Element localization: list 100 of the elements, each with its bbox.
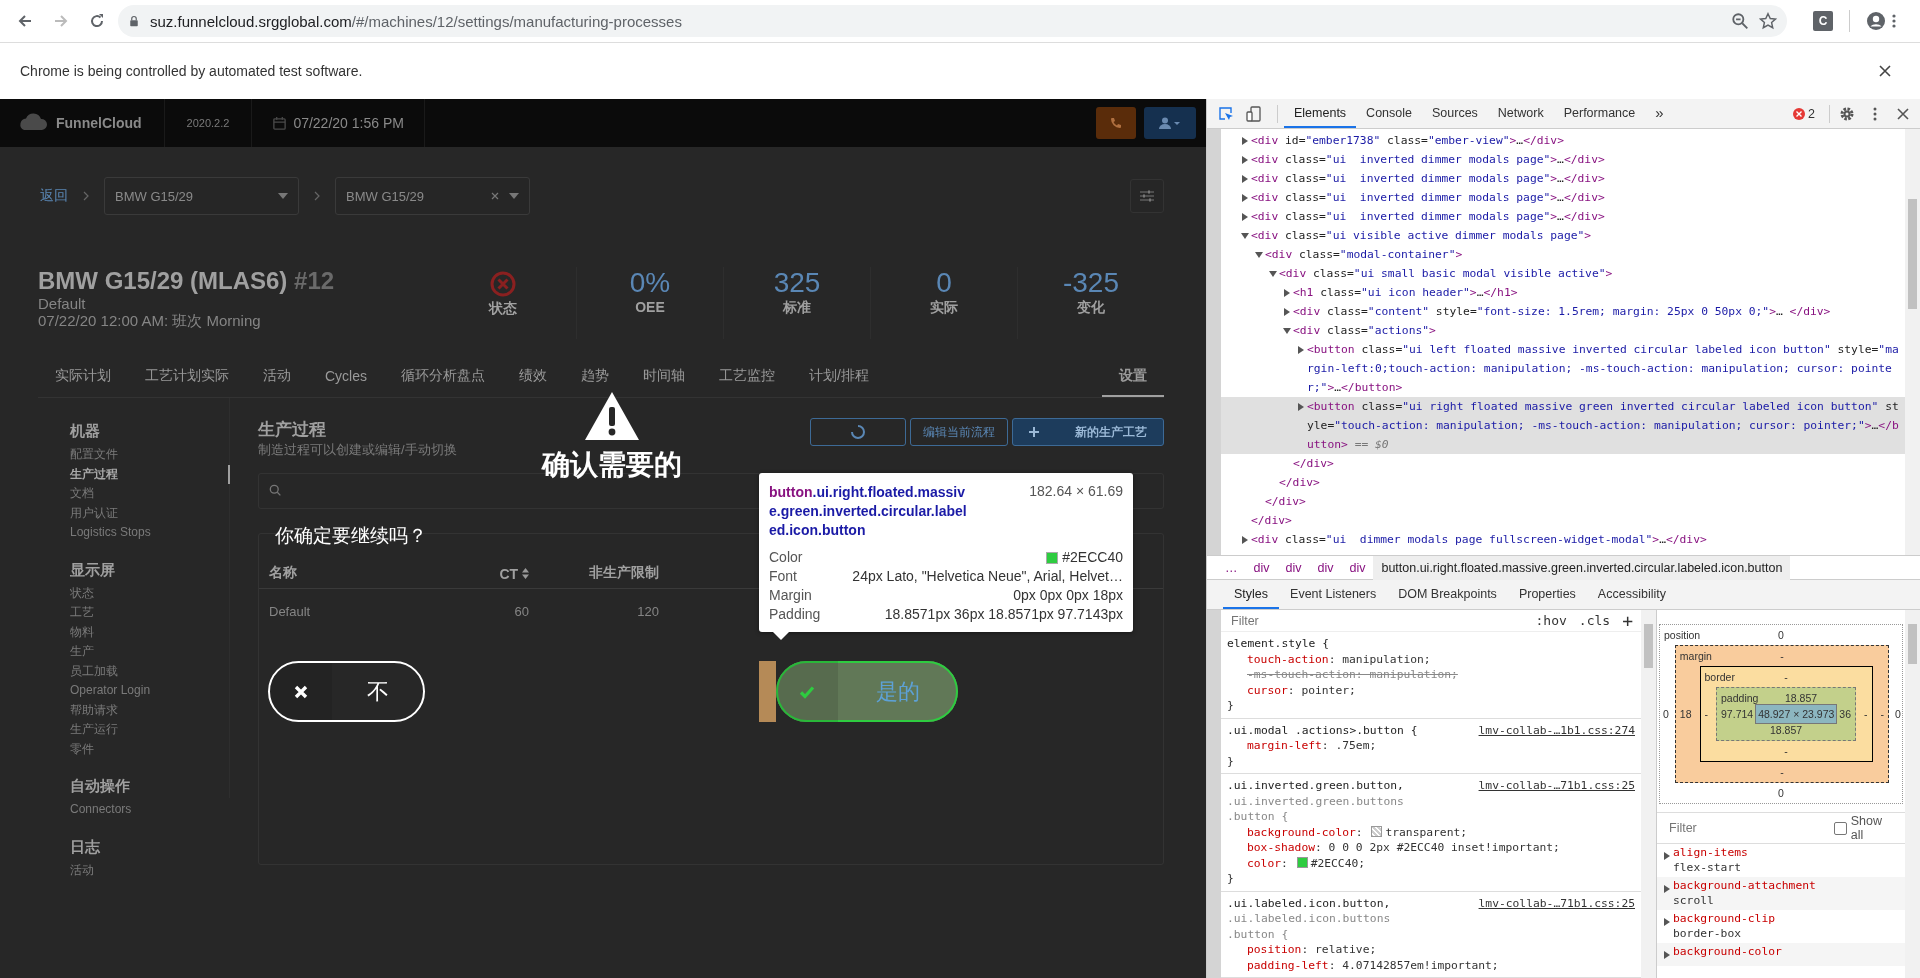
breadcrumb-item[interactable]: div [1245,555,1278,580]
nav-tab[interactable]: 时间轴 [626,357,702,397]
sidebar-item[interactable]: 配置文件 [70,445,229,465]
nav-tab[interactable]: Cycles [308,357,384,397]
edit-process-button[interactable]: 编辑当前流程 [910,418,1008,446]
box-label: border [1704,671,1735,683]
sidebar-item[interactable]: 生产 [70,642,229,662]
sidebar-item[interactable]: 文档 [70,484,229,504]
dom-node-row[interactable]: <div id="ember1738" class="ember-view">…</div> [1221,131,1905,150]
breadcrumb-item[interactable]: button.ui.right.floated.massive.green.inverted.circular.labeled.icon.button [1373,555,1791,580]
styles-tab[interactable]: DOM Breakpoints [1387,580,1508,609]
more-tabs-button[interactable]: » [1645,99,1674,128]
dom-node-row[interactable]: <div class="ui inverted dimmer modals page">…</div> [1221,150,1905,169]
sidebar-item[interactable]: Operator Login [70,681,229,701]
machine-dropdown[interactable]: BMW G15/29 [335,177,530,215]
sidebar-item[interactable]: 状态 [70,583,229,603]
sidebar-item[interactable]: 员工加载 [70,661,229,681]
hover-state-button[interactable]: :hov [1533,613,1569,628]
dom-node-row[interactable]: <div class="content" style="font-size: 1.5rem; margin: 25px 0 50px 0;">… </div> [1221,302,1905,321]
css-declaration[interactable]: -ms-touch-action: manipulation; [1227,667,1635,683]
sidebar-item[interactable]: 工艺 [70,603,229,623]
devtools-tab[interactable]: Sources [1422,99,1488,128]
dom-node-row[interactable]: <button class="ui left floated massive inverted circular labeled icon button" style="margin-left:0;touch-action: manipulation; -ms-touch-action: manipulation; cursor: pointer;">…</button> [1221,340,1905,397]
breadcrumb-item[interactable]: … [1217,555,1246,580]
stat-value: 325 [773,267,821,299]
nav-tab[interactable]: 工艺监控 [702,357,792,397]
nav-tab[interactable]: 设置 [1102,357,1164,397]
dom-node-row[interactable]: <div class="ui dimmer modals page fullscreen-widget-modal">…</div> [1221,530,1905,549]
new-process-button[interactable]: 新的生产工艺 [1012,418,1164,446]
dom-node-row[interactable]: <div class="modal-container"> [1221,245,1905,264]
styles-tab[interactable]: Event Listeners [1279,580,1388,609]
css-declaration[interactable]: position: relative; [1227,942,1635,958]
user-menu-button[interactable] [1144,107,1196,139]
nav-tab[interactable]: 实际计划 [38,357,128,397]
dom-node-row[interactable]: <div class="ui small basic modal visible active"> [1221,264,1905,283]
address-bar[interactable]: suz.funnelcloud.srgglobal.com/#/machines/12/settings/manufacturing-processes [118,5,1787,37]
breadcrumb-item[interactable]: div [1277,555,1310,580]
css-declaration[interactable]: margin-left: .75em; [1227,738,1635,754]
new-rule-button[interactable]: + [1620,610,1635,631]
column-header[interactable]: CT [469,566,529,582]
nav-tab[interactable]: 循环分析盘点 [384,357,502,397]
sidebar-item[interactable]: 用户认证 [70,503,229,523]
sidebar-item[interactable]: 帮助请求 [70,700,229,720]
dom-node-row[interactable]: <button class="ui right floated massive green inverted circular labeled icon button" style="touch-action: manipulation; -ms-touch-action: manipulation; cursor: pointer;">…</button> == $0 [1221,397,1905,454]
sidebar-section-title: 日志 [70,837,101,857]
dom-node-row[interactable]: <div class="actions"> [1221,321,1905,340]
nav-tab[interactable]: 趋势 [564,357,626,397]
clear-icon[interactable] [491,192,499,200]
styles-tab[interactable]: Accessibility [1586,580,1677,609]
no-button[interactable]: 不 [268,661,425,722]
css-declaration[interactable]: box-shadow: 0 0 0 2px #2ECC40 inset!important; [1227,840,1635,856]
nav-tab[interactable]: 绩效 [502,357,564,397]
error-count[interactable]: 2 [1808,106,1815,121]
styles-tab[interactable]: Styles [1223,580,1280,609]
dom-node-row[interactable]: <div class="ui inverted dimmer modals page">…</div> [1221,188,1905,207]
sort-icon[interactable] [522,568,529,579]
loading-button[interactable] [810,418,906,446]
extension-icon[interactable]: C [1813,11,1833,31]
machine-dropdown[interactable]: BMW G15/29 [104,177,299,215]
sidebar-item[interactable]: 零件 [70,739,229,759]
stylesheet-link[interactable]: lmv-collab-…71b1.css:25 [1478,895,1635,911]
sidebar-item[interactable]: 生产运行 [70,720,229,740]
css-declaration[interactable]: padding-left: 4.07142857em!important; [1227,957,1635,973]
nav-tab[interactable]: 活动 [246,357,308,397]
scrollbar[interactable] [1905,129,1920,555]
transparent-swatch[interactable] [1371,825,1383,837]
dom-node-row[interactable]: <div class="ui inverted dimmer modals page">…</div> [1221,207,1905,226]
sidebar-item[interactable]: 物料 [70,622,229,642]
breadcrumb-item[interactable]: div [1309,555,1342,580]
dom-node-row[interactable]: <div class="ui inverted dimmer modals page">…</div> [1221,169,1905,188]
devtools-tab[interactable]: Console [1356,99,1422,128]
sidebar-section-title: 机器 [70,422,101,441]
css-declaration[interactable]: color: #2ECC40; [1227,855,1635,871]
color-swatch[interactable] [1296,856,1308,868]
stylesheet-link[interactable]: lmv-collab-…71b1.css:25 [1478,778,1635,794]
breadcrumb-item[interactable]: div [1341,555,1374,580]
sidebar-item[interactable]: Connectors [70,800,229,820]
sidebar-item[interactable]: 活动 [70,860,229,880]
styles-tab[interactable]: Properties [1507,580,1587,609]
devtools-tab[interactable]: Performance [1553,99,1646,128]
phone-button[interactable] [1096,107,1136,139]
sidebar-item[interactable]: Logistics Stops [70,523,229,543]
devtools-tab[interactable]: Elements [1284,99,1357,128]
back-link[interactable]: 返回 [40,187,68,205]
css-declaration[interactable]: background-color: transparent; [1227,824,1635,840]
show-all-checkbox[interactable] [1834,821,1847,835]
phone-icon [1110,117,1122,129]
css-declaration[interactable]: touch-action: manipulation; [1227,651,1635,667]
box-value: 18.857 [1784,692,1818,704]
css-declaration[interactable]: cursor: pointer; [1227,682,1635,698]
dom-node-row[interactable]: <div class="ui visible active dimmer modals page"> [1221,226,1905,245]
nav-tab[interactable]: 工艺计划实际 [128,357,246,397]
dom-node-row[interactable]: <h1 class="ui icon header">…</h1> [1221,283,1905,302]
class-toggle-button[interactable]: .cls [1576,613,1613,628]
scrollbar[interactable] [1641,610,1656,978]
stylesheet-link[interactable]: lmv-collab-…1b1.css:274 [1478,722,1635,738]
nav-tab[interactable]: 计划/排程 [792,357,886,397]
sidebar-item[interactable]: 生产过程 [70,464,230,484]
scrollbar[interactable] [1905,610,1920,978]
devtools-tab[interactable]: Network [1487,99,1554,128]
